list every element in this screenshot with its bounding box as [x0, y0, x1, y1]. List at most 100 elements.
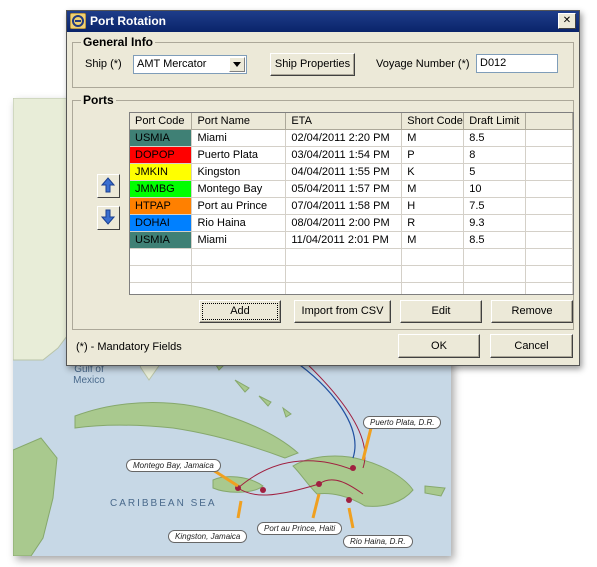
draft-limit-cell[interactable]: 8 [463, 146, 527, 164]
import-csv-label: Import from CSV [301, 305, 384, 317]
filler-cell [525, 180, 573, 198]
filler-cell [525, 197, 573, 215]
voyage-number-value: D012 [480, 57, 507, 69]
close-button[interactable]: ✕ [558, 13, 576, 29]
voyage-number-field[interactable]: D012 [476, 54, 558, 73]
ok-button-label: OK [431, 340, 447, 352]
port-code-cell[interactable]: DOHAI [130, 214, 193, 232]
column-header-draft-limit[interactable]: Draft Limit [463, 113, 527, 130]
table-row[interactable]: JMMBG Montego Bay 05/04/2011 1:57 PM M 1… [130, 180, 573, 198]
column-header-port-name[interactable]: Port Name [191, 113, 287, 130]
ports-body: USMIA Miami 02/04/2011 2:20 PM M 8.5 DOP… [130, 129, 573, 294]
port-name-cell[interactable]: Puerto Plata [191, 146, 287, 164]
table-row[interactable]: JMKIN Kingston 04/04/2011 1:55 PM K 5 [130, 163, 573, 181]
ok-button[interactable]: OK [398, 334, 480, 358]
port-name-cell[interactable]: Montego Bay [191, 180, 287, 198]
port-rotation-window: Port Rotation ✕ General Info Ship (*) AM… [66, 10, 580, 366]
port-name-cell[interactable]: Kingston [191, 163, 287, 181]
general-info-legend: General Info [81, 35, 156, 49]
remove-button-label: Remove [511, 305, 553, 317]
cancel-button[interactable]: Cancel [490, 334, 573, 358]
eta-cell[interactable]: 04/04/2011 1:55 PM [285, 163, 403, 181]
eta-cell[interactable]: 03/04/2011 1:54 PM [285, 146, 403, 164]
ship-properties-button[interactable]: Ship Properties [270, 53, 355, 76]
short-code-cell[interactable]: K [401, 163, 465, 181]
column-header-filler [525, 113, 573, 130]
port-code-cell[interactable]: USMIA [130, 231, 193, 249]
empty-row[interactable] [130, 265, 573, 283]
general-info-group: General Info Ship (*) AMT Mercator Ship … [72, 35, 574, 88]
table-row[interactable]: DOHAI Rio Haina 08/04/2011 2:00 PM R 9.3 [130, 214, 573, 232]
short-code-cell[interactable]: R [401, 214, 465, 232]
short-code-cell[interactable]: H [401, 197, 465, 215]
port-code-cell[interactable]: HTPAP [130, 197, 193, 215]
table-row[interactable]: HTPAP Port au Prince 07/04/2011 1:58 PM … [130, 197, 573, 215]
filler-cell [525, 163, 573, 181]
ports-table: Port Code Port Name ETA Short Code Draft… [130, 113, 573, 294]
ship-dropdown-button[interactable] [229, 57, 245, 72]
empty-row[interactable] [130, 282, 573, 294]
port-name-cell[interactable]: Rio Haina [191, 214, 287, 232]
mandatory-fields-note: (*) - Mandatory Fields [76, 341, 182, 353]
move-down-button[interactable] [97, 206, 120, 230]
draft-limit-cell[interactable]: 8.5 [463, 231, 527, 249]
port-code-cell[interactable]: DOPOP [130, 146, 193, 164]
voyage-number-label: Voyage Number (*) [376, 58, 470, 70]
ship-label: Ship (*) [85, 58, 122, 70]
column-header-short-code[interactable]: Short Code [401, 113, 465, 130]
edit-button[interactable]: Edit [400, 300, 482, 323]
ship-properties-label: Ship Properties [274, 58, 351, 70]
app-logo-icon [70, 13, 86, 29]
port-code-cell[interactable]: JMKIN [130, 163, 193, 181]
filler-cell [525, 214, 573, 232]
callout-puerto-plata: Puerto Plata, D.R. [363, 416, 442, 429]
edit-button-label: Edit [431, 305, 451, 317]
add-button[interactable]: Add [199, 300, 281, 323]
table-row[interactable]: DOPOP Puerto Plata 03/04/2011 1:54 PM P … [130, 146, 573, 164]
port-code-cell[interactable]: USMIA [130, 129, 193, 147]
short-code-cell[interactable]: M [401, 180, 465, 198]
arrow-down-icon [101, 209, 115, 225]
port-name-cell[interactable]: Miami [191, 231, 287, 249]
draft-limit-cell[interactable]: 5 [463, 163, 527, 181]
short-code-cell[interactable]: M [401, 129, 465, 147]
gulf-of-mexico-label: Gulf of Mexico [73, 364, 105, 386]
ports-grid[interactable]: Port Code Port Name ETA Short Code Draft… [129, 112, 574, 295]
short-code-cell[interactable]: P [401, 146, 465, 164]
callout-port-au-prince: Port au Prince, Haiti [257, 522, 343, 535]
draft-limit-cell[interactable]: 10 [463, 180, 527, 198]
short-code-cell[interactable]: M [401, 231, 465, 249]
port-code-cell[interactable]: JMMBG [130, 180, 193, 198]
column-header-eta[interactable]: ETA [285, 113, 403, 130]
ship-combo[interactable]: AMT Mercator [133, 55, 247, 74]
window-title: Port Rotation [90, 14, 166, 28]
table-row[interactable]: USMIA Miami 11/04/2011 2:01 PM M 8.5 [130, 231, 573, 249]
filler-cell [525, 129, 573, 147]
ship-value: AMT Mercator [137, 58, 207, 70]
filler-cell [525, 231, 573, 249]
close-icon: ✕ [562, 15, 572, 26]
move-up-button[interactable] [97, 174, 120, 198]
remove-button[interactable]: Remove [491, 300, 573, 323]
import-csv-button[interactable]: Import from CSV [294, 300, 391, 323]
callout-rio-haina: Rio Haina, D.R. [343, 535, 413, 548]
eta-cell[interactable]: 08/04/2011 2:00 PM [285, 214, 403, 232]
eta-cell[interactable]: 11/04/2011 2:01 PM [285, 231, 403, 249]
ports-header-row: Port Code Port Name ETA Short Code Draft… [130, 113, 573, 130]
draft-limit-cell[interactable]: 9.3 [463, 214, 527, 232]
empty-row[interactable] [130, 248, 573, 266]
port-name-cell[interactable]: Port au Prince [191, 197, 287, 215]
cancel-button-label: Cancel [514, 340, 549, 352]
title-bar[interactable]: Port Rotation ✕ [67, 11, 579, 32]
draft-limit-cell[interactable]: 8.5 [463, 129, 527, 147]
port-name-cell[interactable]: Miami [191, 129, 287, 147]
column-header-port-code[interactable]: Port Code [130, 113, 193, 130]
arrow-up-icon [101, 177, 115, 193]
eta-cell[interactable]: 07/04/2011 1:58 PM [285, 197, 403, 215]
ports-legend: Ports [81, 93, 116, 107]
eta-cell[interactable]: 05/04/2011 1:57 PM [285, 180, 403, 198]
table-row[interactable]: USMIA Miami 02/04/2011 2:20 PM M 8.5 [130, 129, 573, 147]
draft-limit-cell[interactable]: 7.5 [463, 197, 527, 215]
eta-cell[interactable]: 02/04/2011 2:20 PM [285, 129, 403, 147]
chevron-down-icon [233, 62, 241, 67]
